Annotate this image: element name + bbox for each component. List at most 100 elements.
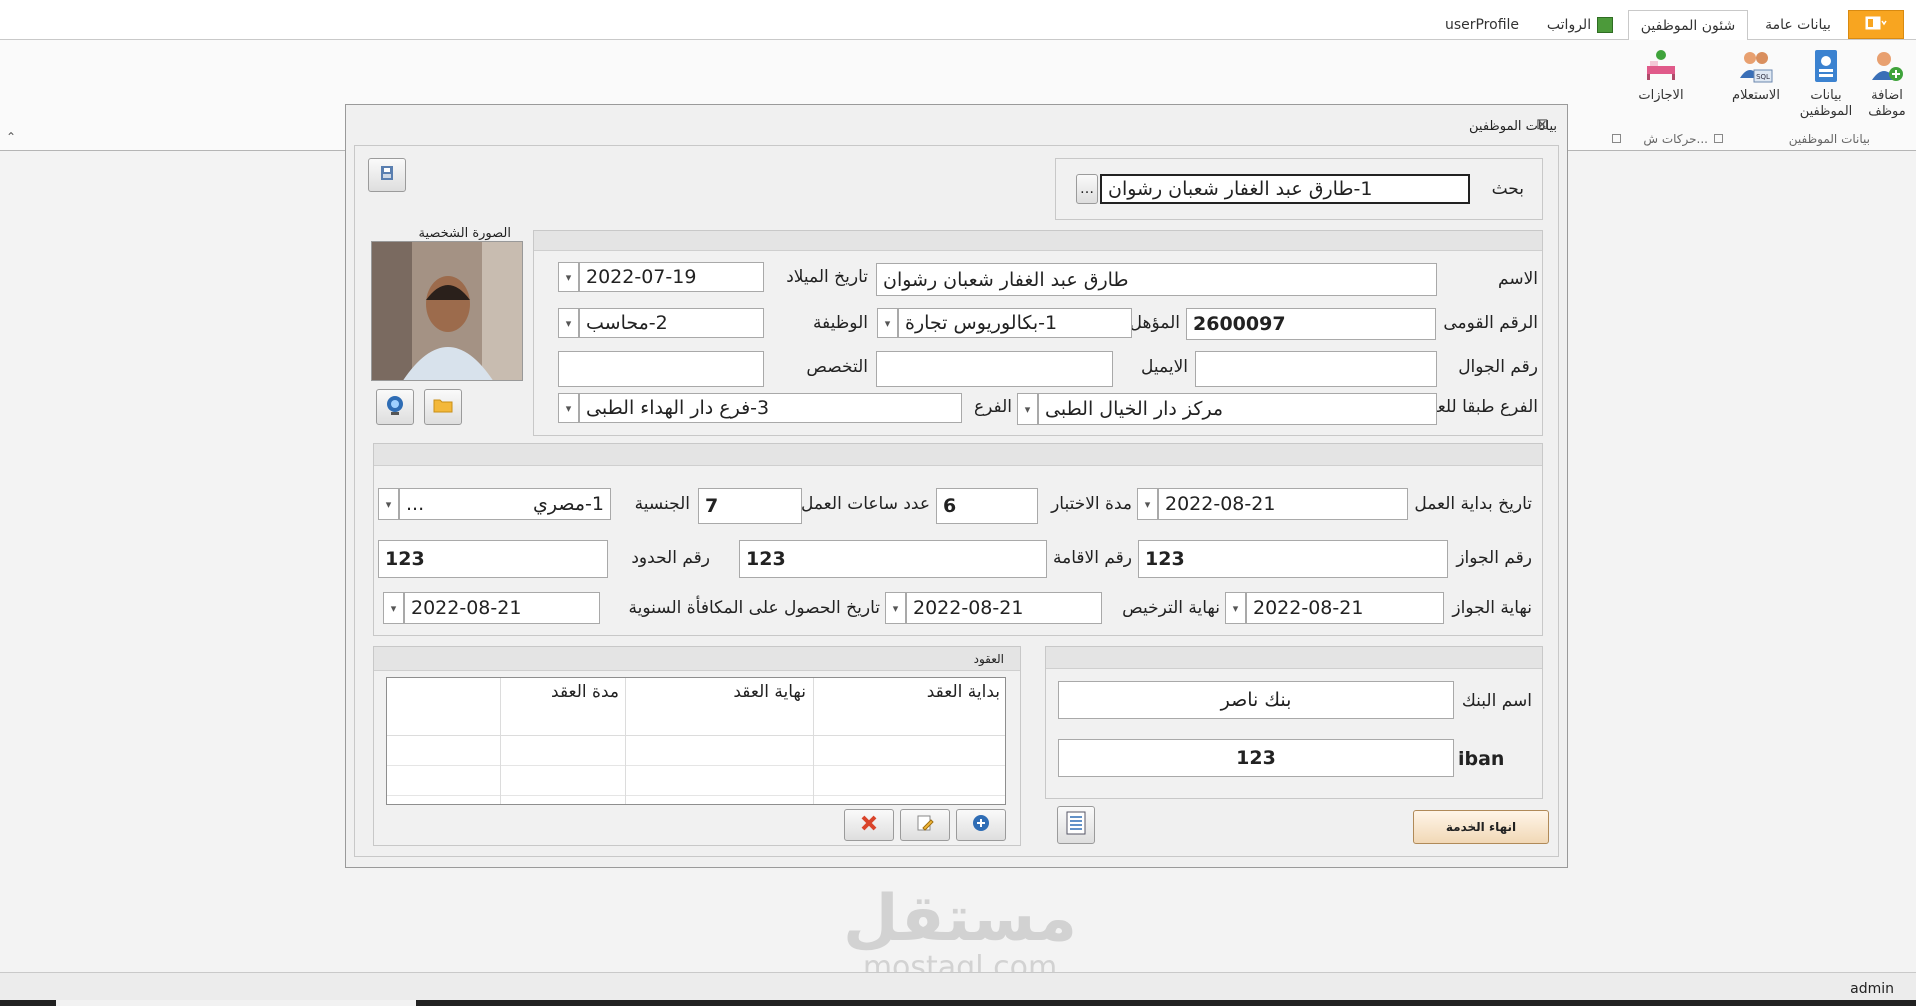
contracts-grid[interactable]: بداية العقد نهاية العقد مدة العقد — [386, 677, 1006, 805]
group-expand-icon-2[interactable] — [1612, 134, 1621, 143]
delete-icon — [859, 813, 879, 837]
birth-date-dropdown[interactable]: ▾ — [558, 262, 579, 292]
job-dropdown[interactable]: ▾ — [558, 308, 579, 338]
search-input[interactable]: 1-طارق عبد الغفار شعبان رشوان — [1100, 174, 1470, 204]
iban-input[interactable]: 123 — [1058, 739, 1454, 777]
work-info-panel: تاريخ بداية العمل 2022-08-21 ▾ مدة الاخت… — [373, 443, 1543, 636]
work-hours-input[interactable]: 7 — [698, 488, 802, 524]
email-label: الايميل — [1141, 357, 1188, 377]
dialog-titlebar: بيانات الموظفين ⊠ — [346, 105, 1567, 145]
table-row[interactable] — [387, 736, 1005, 766]
file-menu-button[interactable] — [1848, 10, 1904, 39]
tab-employee-affairs[interactable]: شئون الموظفين — [1628, 10, 1748, 40]
qualification-input[interactable]: 1-بكالوريوس تجارة — [898, 308, 1132, 338]
camera-button[interactable] — [376, 389, 414, 425]
job-label: الوظيفة — [812, 313, 868, 333]
national-id-input[interactable]: 2600097 — [1186, 308, 1436, 340]
birth-date-input[interactable]: 2022-07-19 — [579, 262, 764, 292]
column-contract-end[interactable]: نهاية العقد — [626, 682, 806, 702]
tab-salaries[interactable]: الرواتب — [1538, 10, 1622, 40]
vacations-button[interactable]: الاجازات — [1628, 48, 1694, 130]
qualification-label: المؤهل — [1129, 313, 1180, 333]
work-start-input[interactable]: 2022-08-21 — [1158, 488, 1408, 520]
work-start-label: تاريخ بداية العمل — [1414, 494, 1532, 514]
residence-label: رقم الاقامة — [1053, 548, 1132, 568]
tab-general-data[interactable]: بيانات عامة — [1756, 10, 1840, 40]
end-service-button[interactable]: انهاء الخدمة — [1413, 810, 1549, 844]
webcam-icon — [384, 394, 406, 420]
table-row[interactable] — [387, 766, 1005, 796]
column-contract-start[interactable]: بداية العقد — [814, 682, 1000, 702]
passport-end-input[interactable]: 2022-08-21 — [1246, 592, 1444, 624]
search-panel: بحث 1-طارق عبد الغفار شعبان رشوان … — [1055, 158, 1543, 220]
add-employee-button[interactable]: اضافة موظف — [1862, 48, 1912, 130]
nationality-label: الجنسية — [634, 494, 690, 514]
job-input[interactable]: 2-محاسب — [579, 308, 764, 338]
specialty-label: التخصص — [806, 357, 868, 377]
contract-branch-label: الفرع طبقا للعقد — [1420, 397, 1538, 417]
contract-branch-input[interactable]: مركز دار الخيال الطبى — [1038, 393, 1437, 425]
branch-label: الفرع — [973, 397, 1012, 417]
name-label: الاسم — [1498, 269, 1538, 289]
column-contract-duration[interactable]: مدة العقد — [501, 682, 619, 702]
annual-bonus-date-input[interactable]: 2022-08-21 — [404, 592, 600, 624]
annual-bonus-date-dropdown[interactable]: ▾ — [383, 592, 404, 624]
group-expand-icon[interactable] — [1714, 134, 1723, 143]
watermark-arabic: مستقل — [842, 882, 1078, 956]
license-end-dropdown[interactable]: ▾ — [885, 592, 906, 624]
mobile-input[interactable] — [1195, 351, 1437, 387]
edit-contract-button[interactable] — [900, 809, 950, 841]
license-end-input[interactable]: 2022-08-21 — [906, 592, 1102, 624]
contract-branch-dropdown[interactable]: ▾ — [1017, 393, 1038, 425]
branch-input[interactable]: 3-فرع دار الهداء الطبى — [579, 393, 962, 423]
work-start-dropdown[interactable]: ▾ — [1137, 488, 1158, 520]
contracts-panel-header: العقود — [374, 647, 1020, 671]
mobile-label: رقم الجوال — [1458, 357, 1538, 377]
report-button[interactable] — [1057, 806, 1095, 844]
border-number-input[interactable]: 123 — [378, 540, 608, 578]
query-button[interactable]: SQL الاستعلام — [1722, 48, 1790, 130]
license-end-label: نهاية الترخيص — [1122, 598, 1220, 618]
collapse-ribbon-icon[interactable]: ⌃ — [6, 130, 16, 144]
branch-dropdown[interactable]: ▾ — [558, 393, 579, 423]
folder-icon — [433, 396, 453, 418]
bed-icon — [1643, 48, 1679, 84]
close-icon[interactable]: ⊠ — [1536, 115, 1549, 133]
contracts-panel: العقود بداية العقد نهاية العقد مدة العقد — [373, 646, 1021, 846]
border-number-label: رقم الحدود — [631, 548, 710, 568]
search-ellipsis-button[interactable]: … — [1076, 174, 1098, 204]
bank-name-input[interactable]: بنك ناصر — [1058, 681, 1454, 719]
document-list-icon — [1065, 810, 1087, 840]
nationality-input[interactable]: 1-مصري ... — [399, 488, 611, 520]
birth-date-label: تاريخ الميلاد — [786, 267, 868, 287]
nationality-value: 1-مصري — [533, 493, 604, 515]
email-input[interactable] — [876, 351, 1113, 387]
add-contract-button[interactable] — [956, 809, 1006, 841]
probation-label: مدة الاختبار — [1051, 494, 1132, 514]
name-input[interactable]: طارق عبد الغفار شعبان رشوان — [876, 263, 1437, 296]
nationality-dropdown[interactable]: ▾ — [378, 488, 399, 520]
nationality-more: ... — [406, 493, 425, 515]
file-menu-icon — [1865, 16, 1887, 34]
ribbon-tab-bar: بيانات عامة شئون الموظفين الرواتب userPr… — [0, 0, 1916, 40]
qualification-dropdown[interactable]: ▾ — [877, 308, 898, 338]
probation-input[interactable]: 6 — [936, 488, 1038, 524]
specialty-input[interactable] — [558, 351, 764, 387]
passport-input[interactable]: 123 — [1138, 540, 1448, 578]
id-card-icon — [1808, 48, 1844, 84]
svg-text:SQL: SQL — [1756, 73, 1770, 81]
iban-label: iban — [1458, 748, 1505, 770]
delete-contract-button[interactable] — [844, 809, 894, 841]
residence-input[interactable]: 123 — [739, 540, 1047, 578]
passport-label: رقم الجواز — [1456, 548, 1532, 568]
annual-bonus-date-label: تاريخ الحصول على المكافأة السنوية — [628, 598, 880, 618]
ribbon-group-employee-data: بيانات الموظفين — [1788, 132, 1870, 146]
add-user-icon — [1869, 48, 1905, 84]
open-photo-button[interactable] — [424, 389, 462, 425]
work-panel-header — [374, 444, 1542, 466]
employee-data-button[interactable]: بيانات الموظفين — [1796, 48, 1856, 130]
employee-data-dialog: بيانات الموظفين ⊠ بحث 1-طارق عبد الغفار … — [345, 104, 1568, 868]
print-button[interactable] — [368, 158, 406, 192]
tab-user-profile[interactable]: userProfile — [1440, 10, 1524, 40]
passport-end-dropdown[interactable]: ▾ — [1225, 592, 1246, 624]
